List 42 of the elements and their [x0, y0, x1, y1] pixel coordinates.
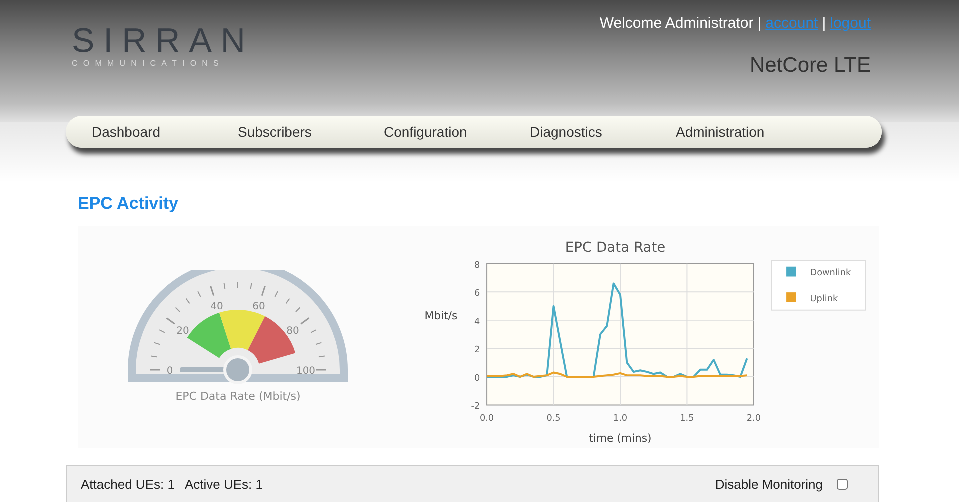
welcome-text: Welcome Administrator — [600, 15, 754, 32]
gauge-tick-label: 20 — [176, 326, 190, 338]
y-tick-label: 4 — [474, 317, 480, 328]
gauge-low-zone — [188, 312, 232, 358]
logo-tagline: COMMUNICATIONS — [72, 59, 226, 68]
status-text: Attached UEs: 1 — [81, 476, 175, 492]
legend-label: Downlink — [810, 268, 851, 279]
separator: | — [822, 15, 826, 32]
x-tick-label: 1.0 — [612, 414, 628, 424]
x-tick-label: 0.5 — [546, 414, 560, 424]
nav-item[interactable]: Subscribers — [238, 124, 384, 140]
nav-item[interactable]: Administration — [676, 124, 822, 140]
gauge-tick-label: 60 — [252, 301, 266, 312]
gauge-mid-zone — [220, 310, 266, 350]
y-tick-label: 6 — [474, 289, 480, 300]
legend-label: Uplink — [810, 294, 838, 304]
gauge-hub — [224, 356, 253, 384]
x-tick-label: 0.0 — [480, 414, 494, 424]
y-tick-label: 0 — [474, 374, 480, 384]
gauge-tick-label: 80 — [286, 326, 300, 338]
y-tick-label: 8 — [474, 260, 480, 271]
gauge-tick-label: 0 — [167, 366, 174, 377]
nav-item[interactable]: Configuration — [384, 124, 530, 140]
separator: | — [758, 15, 762, 32]
x-tick-label: 1.5 — [680, 414, 694, 424]
gauge-tick-label: 40 — [210, 301, 224, 312]
product-name: NetCore LTE — [750, 54, 871, 78]
y-tick-label: 2 — [474, 346, 480, 356]
logo-name: SIRRAN — [72, 24, 254, 58]
y-tick-label: -2 — [470, 402, 480, 412]
nav-item[interactable]: Dashboard — [92, 124, 238, 140]
chart-title: EPC Data Rate — [564, 240, 666, 256]
nav-item[interactable]: Diagnostics — [530, 124, 676, 140]
monitoring-checkbox[interactable] — [837, 478, 848, 490]
gauge-caption: EPC Data Rate (Mbit/s) — [176, 390, 301, 403]
monitoring-label: Disable Monitoring — [715, 476, 823, 492]
y-axis-label: Mbit/s — [424, 310, 458, 323]
status-text: Active UEs: 1 — [184, 476, 263, 492]
page-title: EPC Activity — [78, 194, 180, 214]
x-tick-label: 2.0 — [746, 414, 761, 424]
gauge-tick-label: 100 — [296, 366, 316, 377]
x-axis-label: time (mins) — [588, 432, 652, 445]
